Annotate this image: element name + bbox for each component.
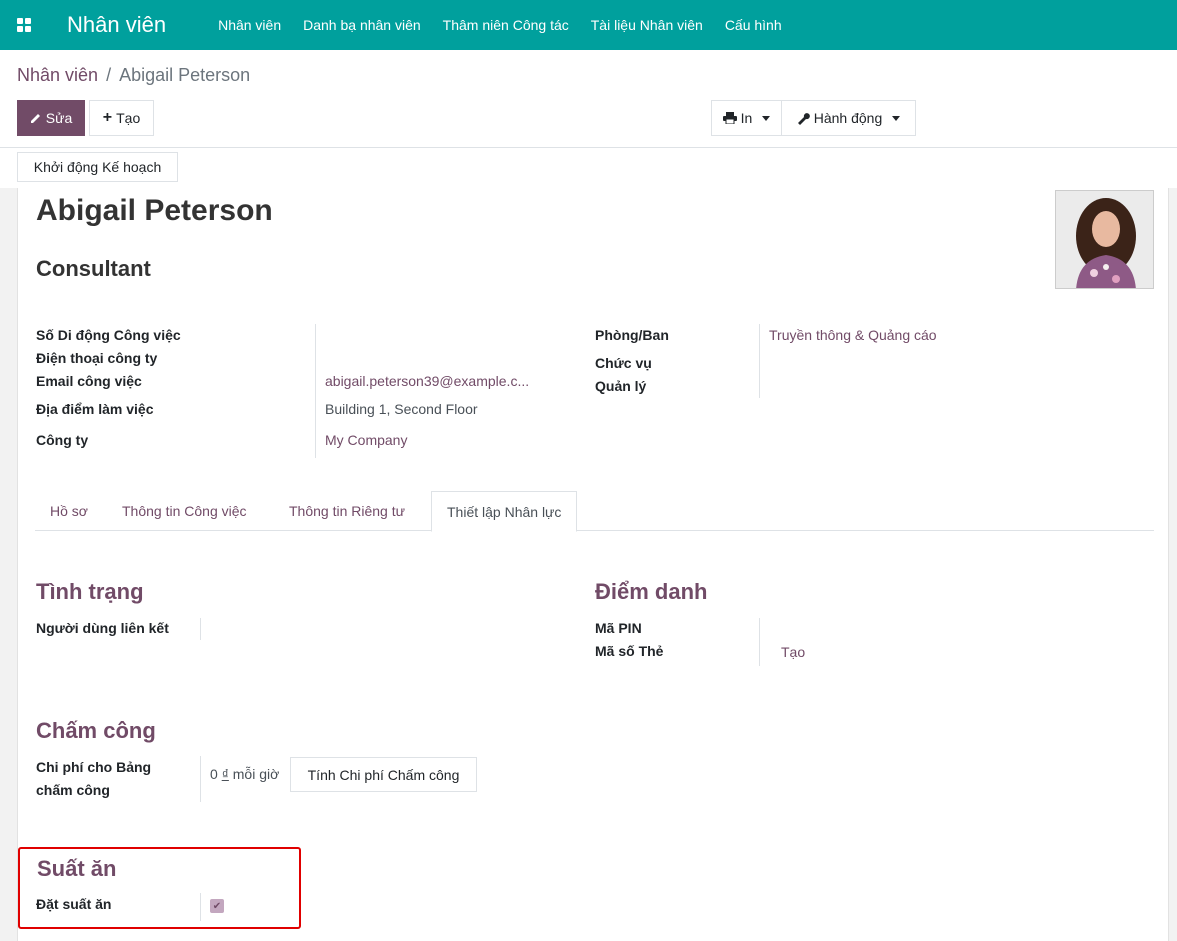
tab-work-info[interactable]: Thông tin Công việc bbox=[107, 491, 262, 531]
create-label: Tạo bbox=[116, 110, 141, 126]
work-mobile-label: Số Di động Công việc bbox=[36, 327, 181, 343]
apps-menu-icon[interactable] bbox=[0, 0, 48, 50]
employee-avatar[interactable] bbox=[1055, 190, 1154, 289]
printer-icon bbox=[722, 112, 737, 124]
caret-down-icon bbox=[892, 115, 901, 121]
field-separator bbox=[759, 618, 760, 666]
field-separator bbox=[759, 324, 760, 398]
field-separator bbox=[200, 618, 201, 640]
breadcrumb: Nhân viên / Abigail Peterson bbox=[17, 65, 250, 86]
timesheet-cost-value: 0 ₫ mỗi giờ bbox=[210, 766, 279, 782]
plus-icon: + bbox=[102, 109, 113, 126]
work-email-label: Email công việc bbox=[36, 373, 142, 389]
compute-timesheet-cost-button[interactable]: Tính Chi phí Chấm công bbox=[290, 757, 477, 792]
nav-employees[interactable]: Nhân viên bbox=[218, 17, 281, 33]
app-brand[interactable]: Nhân viên bbox=[67, 12, 166, 38]
badge-id-label: Mã số Thẻ bbox=[595, 643, 664, 659]
cost-amount: 0 bbox=[210, 766, 218, 782]
work-location-value: Building 1, Second Floor bbox=[325, 401, 478, 417]
timesheet-cost-label-2: chấm công bbox=[36, 782, 110, 798]
statusbar: Khởi động Kế hoạch bbox=[0, 148, 1177, 188]
currency-symbol: ₫ bbox=[221, 766, 229, 782]
field-separator bbox=[315, 324, 316, 458]
company-value[interactable]: My Company bbox=[325, 432, 407, 448]
related-user-label: Người dùng liên kết bbox=[36, 620, 169, 636]
sheet-background-right bbox=[1169, 188, 1177, 941]
tab-private-info[interactable]: Thông tin Riêng tư bbox=[274, 491, 420, 531]
manager-label: Quản lý bbox=[595, 378, 647, 394]
breadcrumb-parent[interactable]: Nhân viên bbox=[17, 65, 98, 85]
tab-profile[interactable]: Hồ sơ bbox=[35, 491, 103, 531]
field-separator bbox=[200, 756, 201, 802]
edit-label: Sửa bbox=[45, 110, 73, 126]
nav-configuration[interactable]: Cấu hình bbox=[725, 17, 782, 33]
department-label: Phòng/Ban bbox=[595, 327, 669, 343]
launch-plan-button[interactable]: Khởi động Kế hoạch bbox=[17, 152, 178, 182]
caret-down-icon bbox=[762, 115, 771, 121]
edit-button[interactable]: Sửa bbox=[17, 100, 85, 136]
work-email-value[interactable]: abigail.peterson39@example.c... bbox=[325, 373, 529, 389]
work-location-label: Địa điểm làm việc bbox=[36, 401, 154, 417]
pencil-icon bbox=[30, 114, 40, 123]
print-label: In bbox=[740, 110, 753, 126]
form-sheet bbox=[17, 188, 1169, 941]
tab-hr-settings[interactable]: Thiết lập Nhân lực bbox=[431, 491, 578, 532]
status-section-title: Tình trạng bbox=[36, 579, 144, 604]
per-hour-label: mỗi giờ bbox=[232, 766, 280, 782]
nav-directory[interactable]: Danh bạ nhân viên bbox=[303, 17, 421, 33]
company-label: Công ty bbox=[36, 432, 89, 448]
attendance-section-title: Điểm danh bbox=[595, 579, 708, 604]
work-phone-label: Điện thoại công ty bbox=[36, 350, 158, 366]
breadcrumb-current: Abigail Peterson bbox=[119, 65, 251, 85]
generate-badge-link[interactable]: Tạo bbox=[781, 644, 805, 660]
pin-label: Mã PIN bbox=[595, 620, 642, 636]
nav-seniority[interactable]: Thâm niên Công tác bbox=[443, 17, 569, 33]
timesheet-cost-label: Chi phí cho Bảng bbox=[36, 759, 152, 775]
wrench-icon bbox=[797, 112, 810, 125]
action-label: Hành động bbox=[813, 110, 883, 126]
create-button[interactable]: + Tạo bbox=[89, 100, 154, 136]
avatar-photo bbox=[1056, 191, 1153, 288]
employee-name: Abigail Peterson bbox=[36, 194, 273, 227]
nav-documents[interactable]: Tài liệu Nhân viên bbox=[591, 17, 703, 33]
action-dropdown[interactable]: Hành động bbox=[781, 100, 916, 136]
timesheet-section-title: Chấm công bbox=[36, 718, 156, 743]
employee-job-title: Consultant bbox=[36, 256, 151, 281]
sheet-background-left bbox=[0, 188, 17, 941]
top-navbar: Nhân viên Nhân viên Danh bạ nhân viên Th… bbox=[0, 0, 1177, 50]
print-dropdown[interactable]: In bbox=[711, 100, 782, 136]
control-panel: Nhân viên / Abigail Peterson Sửa + Tạo In … bbox=[0, 50, 1177, 148]
form-tabs: Hồ sơ Thông tin Công việc Thông tin Riên… bbox=[35, 491, 1154, 532]
highlight-box bbox=[18, 847, 301, 929]
job-position-label: Chức vụ bbox=[595, 355, 652, 371]
department-value[interactable]: Truyền thông & Quảng cáo bbox=[769, 327, 937, 343]
breadcrumb-separator: / bbox=[106, 65, 112, 85]
